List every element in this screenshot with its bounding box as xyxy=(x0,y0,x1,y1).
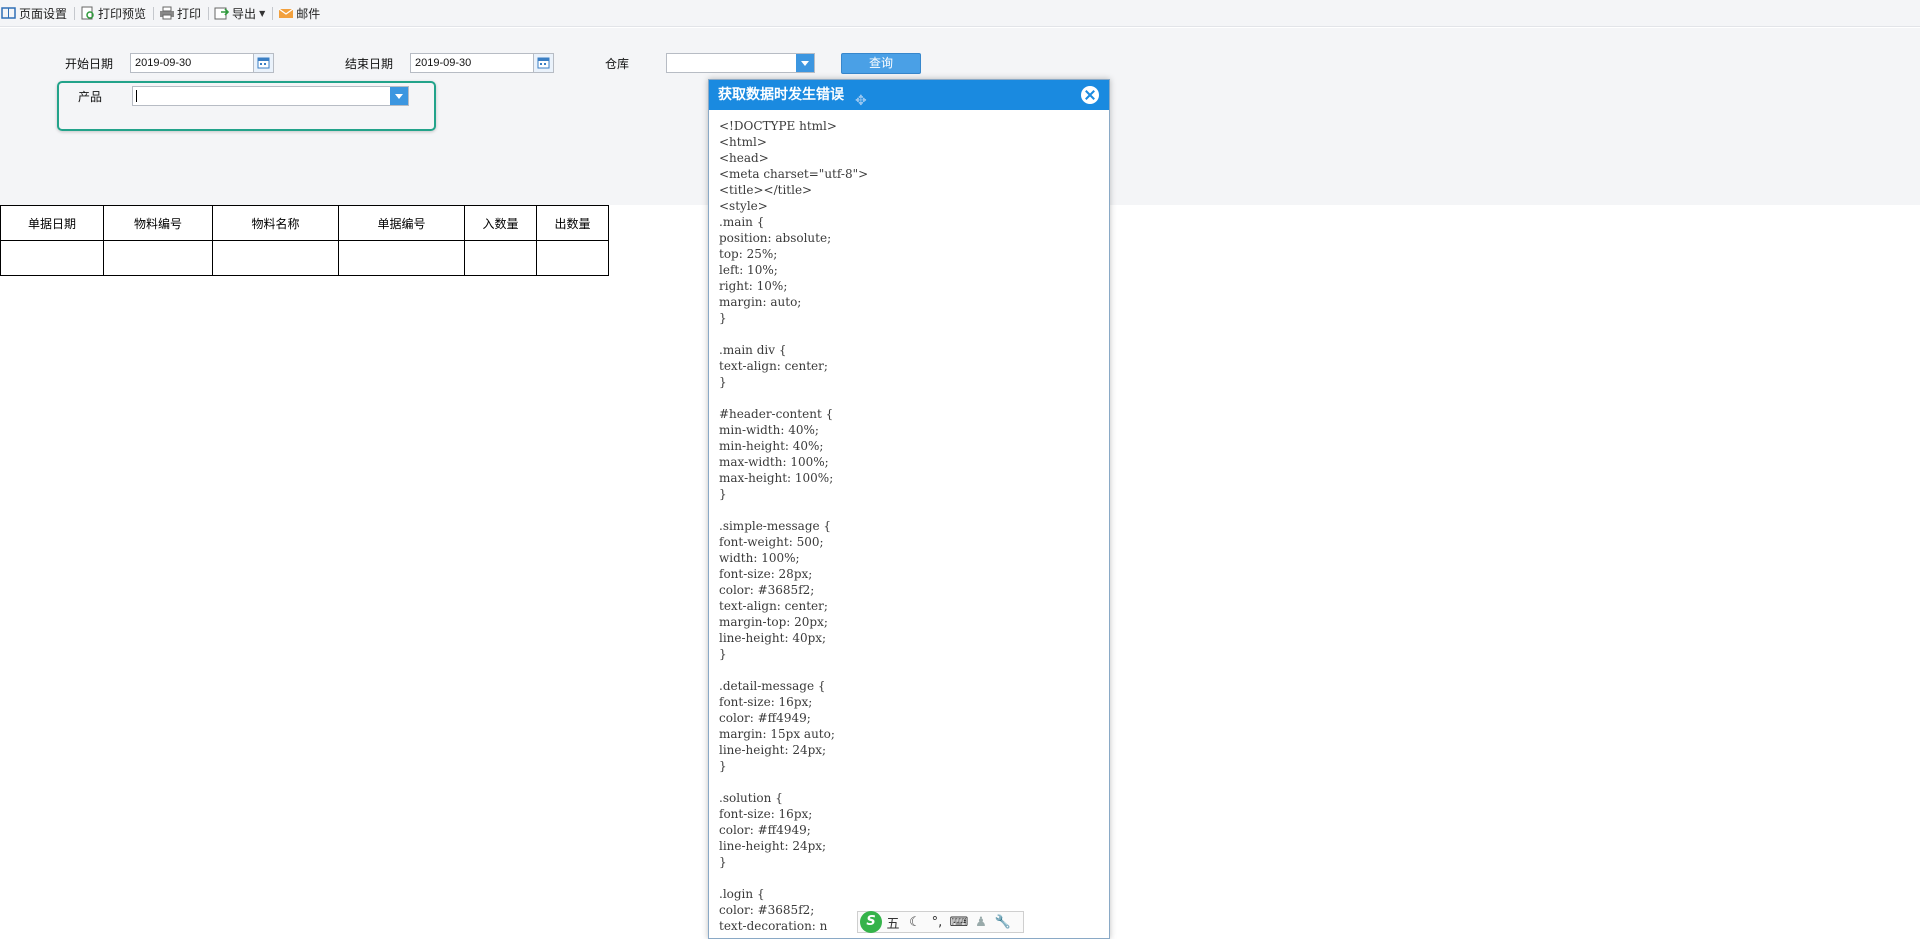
table-cell xyxy=(464,240,537,276)
toolbar-divider xyxy=(208,6,210,20)
error-dialog: 获取数据时发生错误 ✥ <!DOCTYPE html> <html> <head… xyxy=(708,79,1110,939)
move-icon[interactable]: ✥ xyxy=(855,86,867,116)
end-date-value: 2019-09-30 xyxy=(415,57,472,69)
mail-icon xyxy=(278,6,294,20)
calendar-icon[interactable] xyxy=(253,54,273,72)
data-table: 单据日期 物料编号 物料名称 单据编号 入数量 出数量 xyxy=(0,205,609,276)
column-header[interactable]: 入数量 xyxy=(464,205,537,241)
table-cell xyxy=(212,240,339,276)
mail-button[interactable]: 邮件 xyxy=(277,0,323,27)
start-date-value: 2019-09-30 xyxy=(135,57,192,69)
printer-icon xyxy=(159,6,175,20)
product-select[interactable] xyxy=(132,86,409,106)
ime-mode-toggle[interactable]: 五 xyxy=(882,913,904,932)
column-header[interactable]: 物料编号 xyxy=(103,205,213,241)
print-button[interactable]: 打印 xyxy=(158,0,204,27)
column-header[interactable]: 出数量 xyxy=(536,205,609,241)
mail-label: 邮件 xyxy=(296,6,321,21)
page-setup-button[interactable]: 页面设置 xyxy=(0,0,70,27)
punctuation-icon[interactable]: °, xyxy=(926,915,948,930)
chevron-down-icon: ▼ xyxy=(259,8,266,18)
calendar-icon[interactable] xyxy=(533,54,553,72)
export-icon xyxy=(214,6,230,20)
product-label: 产品 xyxy=(78,90,103,104)
dialog-title-bar[interactable]: 获取数据时发生错误 ✥ xyxy=(709,80,1109,110)
start-date-label: 开始日期 xyxy=(65,57,114,71)
toolbar-divider xyxy=(74,6,76,20)
toolbar: 页面设置 打印预览 打印 导出 ▼ 邮件 xyxy=(0,0,1920,27)
wrench-icon[interactable]: 🔧 xyxy=(992,915,1014,930)
print-preview-icon xyxy=(80,6,96,20)
print-label: 打印 xyxy=(177,6,202,21)
user-icon[interactable]: ♟ xyxy=(970,915,992,930)
end-date-input[interactable]: 2019-09-30 xyxy=(410,53,554,73)
ime-logo-icon[interactable]: S xyxy=(860,911,882,933)
print-preview-button[interactable]: 打印预览 xyxy=(79,0,149,27)
moon-icon[interactable]: ☾ xyxy=(904,915,926,930)
query-button[interactable]: 查询 xyxy=(841,53,921,74)
export-label: 导出 xyxy=(232,6,257,21)
end-date-label: 结束日期 xyxy=(345,57,394,71)
chevron-down-icon[interactable] xyxy=(390,87,408,105)
table-cell xyxy=(338,240,465,276)
text-cursor xyxy=(136,90,137,102)
page-setup-label: 页面设置 xyxy=(19,6,68,21)
table-cell xyxy=(536,240,609,276)
warehouse-select[interactable] xyxy=(666,53,815,73)
toolbar-divider xyxy=(153,6,155,20)
export-button[interactable]: 导出 ▼ xyxy=(213,0,268,27)
keyboard-icon[interactable]: ⌨ xyxy=(948,915,970,930)
close-icon[interactable] xyxy=(1081,86,1099,104)
warehouse-label: 仓库 xyxy=(605,57,630,71)
ime-toolbar: S 五 ☾ °, ⌨ ♟ 🔧 xyxy=(857,911,1024,933)
start-date-input[interactable]: 2019-09-30 xyxy=(130,53,274,73)
toolbar-divider xyxy=(272,6,274,20)
table-header-row: 单据日期 物料编号 物料名称 单据编号 入数量 出数量 xyxy=(0,205,609,241)
table-row[interactable] xyxy=(0,240,609,276)
column-header[interactable]: 物料名称 xyxy=(212,205,339,241)
column-header[interactable]: 单据编号 xyxy=(338,205,465,241)
column-header[interactable]: 单据日期 xyxy=(0,205,104,241)
dialog-error-content: <!DOCTYPE html> <html> <head> <meta char… xyxy=(719,119,869,933)
print-preview-label: 打印预览 xyxy=(98,6,147,21)
table-cell xyxy=(103,240,213,276)
page-setup-icon xyxy=(1,6,17,20)
chevron-down-icon[interactable] xyxy=(796,54,814,72)
table-cell xyxy=(0,240,104,276)
dialog-title: 获取数据时发生错误 xyxy=(718,87,844,103)
